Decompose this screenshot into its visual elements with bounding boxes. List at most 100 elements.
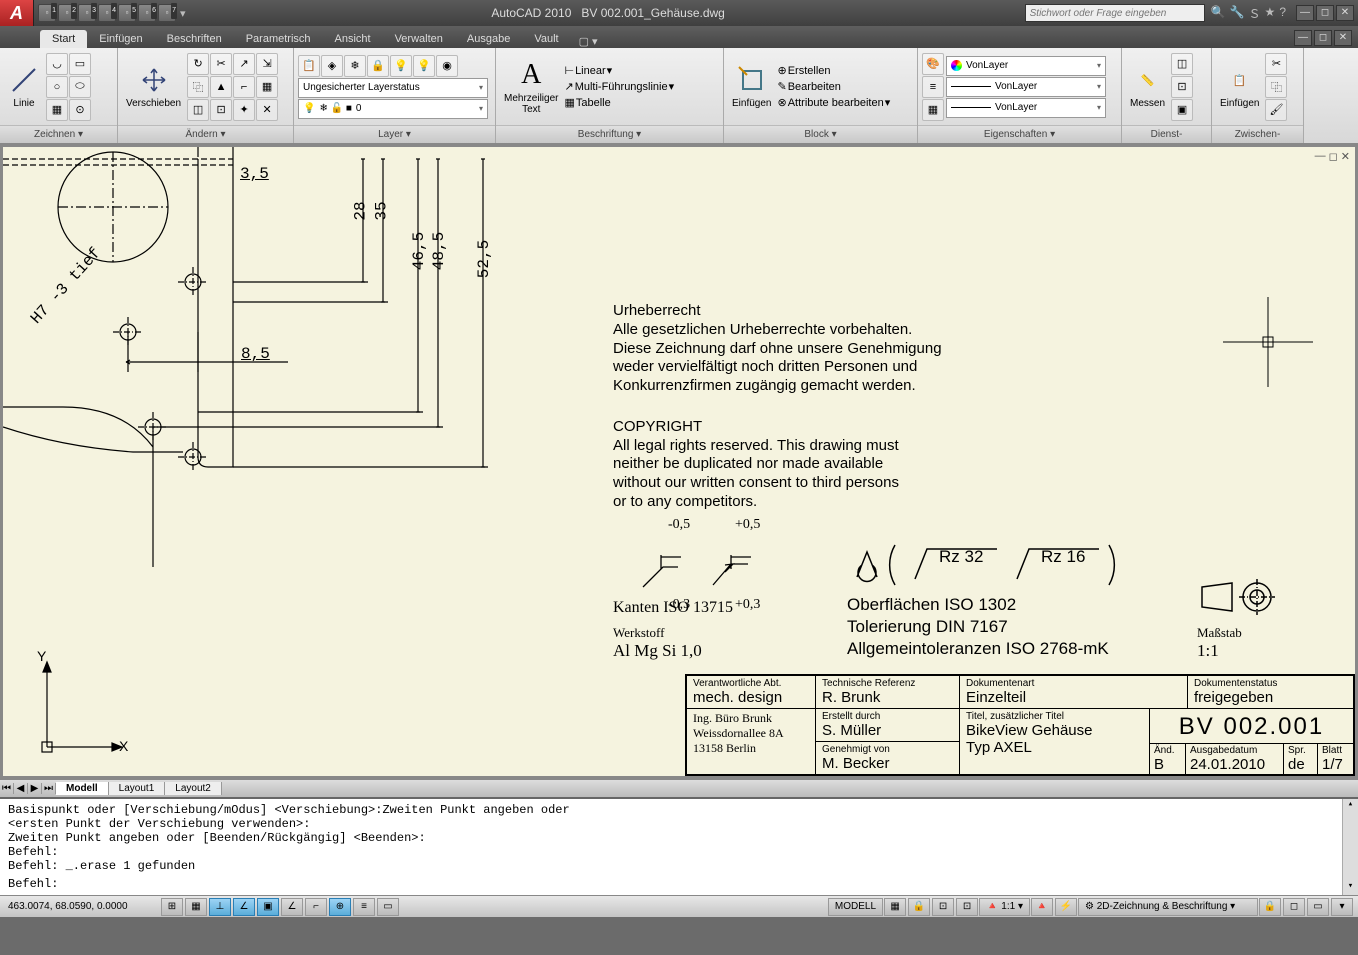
- panel-title-eigenschaften[interactable]: Eigenschaften ▾: [918, 125, 1121, 143]
- d3-button[interactable]: ▣: [1171, 99, 1193, 121]
- otrack-button[interactable]: ∠: [281, 898, 303, 916]
- panel-title-zeichnen[interactable]: Zeichnen ▾: [0, 125, 117, 143]
- list-button[interactable]: ≡: [922, 76, 944, 98]
- help-search-input[interactable]: [1025, 4, 1205, 22]
- rect-button[interactable]: ▭: [69, 53, 91, 75]
- app-menu-button[interactable]: A: [0, 0, 34, 26]
- qat-btn-1[interactable]: ▫1: [38, 4, 56, 22]
- panel-title-block[interactable]: Block ▾: [724, 125, 917, 143]
- linetype-dropdown[interactable]: VonLayer: [946, 98, 1106, 118]
- copy-clip-button[interactable]: ⿻: [1265, 76, 1287, 98]
- color-dropdown[interactable]: VonLayer: [946, 56, 1106, 76]
- star-icon[interactable]: ★: [1265, 5, 1276, 22]
- messen-button[interactable]: 📏 Messen: [1126, 62, 1169, 111]
- tab-ausgabe[interactable]: Ausgabe: [455, 30, 522, 48]
- tab-layout1[interactable]: Layout1: [109, 782, 166, 795]
- doc-close-button[interactable]: ✕: [1334, 30, 1352, 46]
- fillet-button[interactable]: ⌐: [233, 76, 255, 98]
- panel-title-dienst[interactable]: Dienst-: [1122, 125, 1211, 143]
- array-button[interactable]: ▦: [256, 76, 278, 98]
- cut-button[interactable]: ✂: [1265, 53, 1287, 75]
- lineweight-dropdown[interactable]: VonLayer: [946, 77, 1106, 97]
- drawing-canvas[interactable]: 3,5 28 35 46,5 48,5 52,5 8,5 H7 -3 tief …: [3, 147, 1355, 776]
- view-max-icon[interactable]: ◻: [1329, 150, 1338, 163]
- tray-button[interactable]: ▾: [1331, 898, 1353, 916]
- layer-lock-button[interactable]: 🔒: [367, 55, 389, 77]
- panel-title-layer[interactable]: Layer ▾: [294, 125, 495, 143]
- d1-button[interactable]: ◫: [1171, 53, 1193, 75]
- tab-first-icon[interactable]: ⏮: [0, 783, 14, 794]
- qat-btn-4[interactable]: ▫4: [98, 4, 116, 22]
- linie-button[interactable]: Linie: [4, 62, 44, 111]
- layer-off-button[interactable]: 💡: [390, 55, 412, 77]
- dyn-button[interactable]: ⊕: [329, 898, 351, 916]
- tab-layout2[interactable]: Layout2: [165, 782, 222, 795]
- close-button[interactable]: ✕: [1336, 5, 1354, 21]
- help-icon[interactable]: ?: [1279, 5, 1286, 22]
- annoscale-dropdown[interactable]: 🔺 1:1 ▾: [979, 898, 1030, 916]
- qat-dropdown-icon[interactable]: ▾: [178, 7, 188, 20]
- scale-button[interactable]: ◫: [187, 99, 209, 121]
- polar-button[interactable]: ∠: [233, 898, 255, 916]
- layer-on-button[interactable]: 💡: [413, 55, 435, 77]
- extend-button[interactable]: ↗: [233, 53, 255, 75]
- qat-btn-3[interactable]: ▫3: [78, 4, 96, 22]
- hatch-button[interactable]: ▦: [46, 99, 68, 121]
- paste-button[interactable]: 📋 Einfügen: [1216, 62, 1263, 111]
- panel-title-aendern[interactable]: Ändern ▾: [118, 125, 293, 143]
- qat-btn-6[interactable]: ▫6: [138, 4, 156, 22]
- tab-modell[interactable]: Modell: [56, 782, 109, 795]
- doc-minimize-button[interactable]: —: [1294, 30, 1312, 46]
- coordinates[interactable]: 463.0074, 68.0590, 0.0000: [0, 901, 160, 912]
- ribbon-expand-icon[interactable]: ▢ ▾: [571, 35, 606, 48]
- layer-freeze-button[interactable]: ❄: [344, 55, 366, 77]
- tab-prev-icon[interactable]: ◀: [14, 783, 28, 794]
- workspace-dropdown[interactable]: ⚙ 2D-Zeichnung & Beschriftung ▾: [1078, 898, 1258, 916]
- copy-button[interactable]: ⿻: [187, 76, 209, 98]
- layer-iso-button[interactable]: ◈: [321, 55, 343, 77]
- tab-vault[interactable]: Vault: [522, 30, 570, 48]
- anno-auto-button[interactable]: ⚡: [1055, 898, 1077, 916]
- ducs-button[interactable]: ⌐: [305, 898, 327, 916]
- panel-title-clip[interactable]: Zwischen-: [1212, 125, 1303, 143]
- view-close-icon[interactable]: ✕: [1341, 150, 1350, 163]
- erase-button[interactable]: ✕: [256, 99, 278, 121]
- osnap-button[interactable]: ▣: [257, 898, 279, 916]
- stretch-button[interactable]: ⇲: [256, 53, 278, 75]
- minimize-button[interactable]: —: [1296, 5, 1314, 21]
- vp-s2-button[interactable]: ⊡: [956, 898, 978, 916]
- command-line[interactable]: Basispunkt oder [Verschiebung/mOdus] <Ve…: [0, 797, 1358, 895]
- model-space-button[interactable]: MODELL: [828, 898, 883, 916]
- lwt-button[interactable]: ≡: [353, 898, 375, 916]
- rotate-button[interactable]: ↻: [187, 53, 209, 75]
- tab-beschriften[interactable]: Beschriften: [155, 30, 234, 48]
- tab-last-icon[interactable]: ⏭: [42, 783, 56, 794]
- explode-button[interactable]: ✦: [233, 99, 255, 121]
- d2-button[interactable]: ⊡: [1171, 76, 1193, 98]
- block-edit-button[interactable]: ✎Bearbeiten: [777, 80, 890, 93]
- binoculars-icon[interactable]: 🔍: [1211, 5, 1226, 22]
- block-insert-button[interactable]: Einfügen: [728, 62, 775, 111]
- point-button[interactable]: ⊙: [69, 99, 91, 121]
- table-button[interactable]: ▦Tabelle: [564, 96, 674, 109]
- block-attr-button[interactable]: ⊗Attribute bearbeiten ▾: [777, 96, 890, 109]
- grid-button[interactable]: ▦: [185, 898, 207, 916]
- circle-button[interactable]: ○: [46, 76, 68, 98]
- sbar-icon[interactable]: Ｓ: [1249, 5, 1261, 22]
- tab-ansicht[interactable]: Ansicht: [323, 30, 383, 48]
- ws-lock-button[interactable]: 🔒: [1259, 898, 1281, 916]
- offset-button[interactable]: ⊡: [210, 99, 232, 121]
- verschieben-button[interactable]: Verschieben: [122, 62, 185, 111]
- clean-button[interactable]: ▭: [1307, 898, 1329, 916]
- qat-btn-2[interactable]: ▫2: [58, 4, 76, 22]
- tab-parametrisch[interactable]: Parametrisch: [234, 30, 323, 48]
- prop-button[interactable]: ▦: [922, 99, 944, 121]
- snap-button[interactable]: ⊞: [161, 898, 183, 916]
- layer-prop-button[interactable]: 📋: [298, 55, 320, 77]
- wrench-icon[interactable]: 🔧: [1230, 5, 1245, 22]
- text-button[interactable]: A Mehrzeiliger Text: [500, 57, 562, 117]
- cmd-scrollbar[interactable]: ▴ ▾: [1342, 799, 1358, 895]
- layer-match-button[interactable]: ◉: [436, 55, 458, 77]
- doc-maximize-button[interactable]: ◻: [1314, 30, 1332, 46]
- trim-button[interactable]: ✂: [210, 53, 232, 75]
